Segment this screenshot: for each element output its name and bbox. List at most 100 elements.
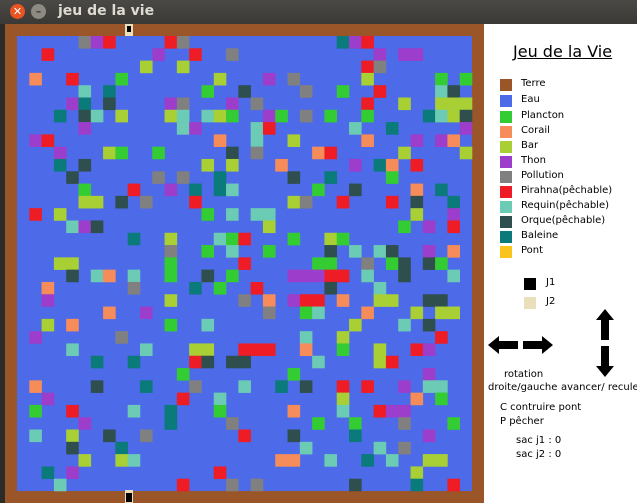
grid-cell [115, 441, 128, 455]
grid-cell [447, 195, 461, 209]
grid-cell [410, 466, 424, 480]
grid-cell [435, 306, 448, 320]
grid-cell [78, 158, 92, 172]
grid-cell [115, 454, 128, 467]
grid-cell [312, 355, 325, 369]
grid-cell [287, 72, 301, 86]
grid-cell [127, 232, 141, 246]
grid-cell [103, 146, 116, 160]
grid-cell [373, 281, 387, 295]
grid-cell [324, 245, 338, 258]
grid-cell [324, 454, 338, 467]
legend-label: Eau [521, 94, 540, 105]
grid-cell [90, 109, 104, 123]
grid-cell [41, 48, 55, 61]
grid-cell [324, 281, 338, 295]
legend-swatch [500, 186, 512, 198]
grid-cell [299, 306, 313, 320]
grid-cell [361, 109, 374, 123]
grid-cell [287, 429, 301, 443]
grid-cell [336, 343, 350, 357]
grid-cell [103, 306, 116, 320]
grid-cell [336, 380, 350, 393]
grid-cell [410, 183, 424, 197]
grid-cell [226, 109, 239, 123]
arrow-down-icon[interactable] [596, 346, 614, 377]
grid-cell [41, 294, 55, 307]
grid-cell [29, 134, 42, 147]
grid-cell [226, 232, 239, 246]
grid-cell [361, 97, 374, 111]
minimize-icon[interactable]: – [31, 4, 46, 19]
grid-cell [262, 306, 276, 320]
grid-cell [385, 355, 399, 369]
grid-cell [201, 355, 215, 369]
grid-cell [90, 380, 104, 393]
grid-cell [164, 269, 178, 283]
grid-cell [262, 109, 276, 123]
grid-cell [336, 294, 350, 307]
grid-cell [410, 158, 424, 172]
grid-cell [29, 380, 42, 393]
grid-cell [201, 245, 215, 258]
grid-cell [152, 48, 165, 61]
fish-hint: P pêcher [500, 416, 544, 427]
grid-cell [164, 294, 178, 307]
close-icon[interactable]: ✕ [10, 4, 25, 19]
grid-cell [312, 257, 325, 270]
grid-cell [336, 36, 350, 49]
legend-label: Corail [521, 125, 550, 136]
grid-cell [410, 392, 424, 406]
arrow-left-icon[interactable] [488, 336, 518, 354]
grid-cell [176, 392, 190, 406]
grid-cell [447, 220, 461, 234]
legend-swatch [500, 246, 512, 258]
legend-label: Requin(pêchable) [521, 200, 609, 211]
grid-cell [336, 331, 350, 344]
grid-cell [78, 183, 92, 197]
grid-cell [127, 281, 141, 295]
grid-cell [213, 109, 227, 123]
grid-cell [66, 220, 79, 234]
grid-cell [66, 318, 79, 332]
grid-cell [262, 208, 276, 221]
grid-cell [410, 306, 424, 320]
grid-cell [435, 72, 448, 86]
grid-cell [410, 134, 424, 147]
legend-swatch [500, 141, 512, 153]
grid-cell [410, 195, 424, 209]
grid-cell [127, 355, 141, 369]
grid-cell [201, 85, 215, 98]
grid-cell [324, 171, 338, 184]
grid-cell [90, 195, 104, 209]
grid-cell [250, 343, 264, 357]
arrow-up-icon[interactable] [596, 309, 614, 340]
legend-label: Pirahna(pêchable) [521, 185, 613, 196]
game-board[interactable] [5, 24, 484, 503]
grid-cell [213, 171, 227, 184]
grid-cell [373, 60, 387, 74]
grid-cell [287, 368, 301, 381]
grid-cell [398, 417, 411, 430]
grid-cell [336, 392, 350, 406]
grid-cell [66, 441, 79, 455]
grid-cell [189, 380, 202, 393]
grid-cell [447, 134, 461, 147]
grid-cell [127, 404, 141, 418]
grid-cell [29, 331, 42, 344]
grid-cell [299, 343, 313, 357]
grid-cell [250, 122, 264, 135]
grid-cell [373, 355, 387, 369]
grid-cell [189, 183, 202, 197]
grid-cell [398, 318, 411, 332]
grid-cell [287, 269, 301, 283]
grid-cell [53, 109, 67, 123]
bag-j2: sac j2 : 0 [516, 449, 562, 460]
grid-cell [447, 478, 461, 492]
arrow-right-icon[interactable] [523, 336, 553, 354]
grid-cell [176, 109, 190, 123]
grid-cell [41, 281, 55, 295]
grid-cell [312, 294, 325, 307]
grid-cell [422, 220, 436, 234]
grid-cell [287, 134, 301, 147]
